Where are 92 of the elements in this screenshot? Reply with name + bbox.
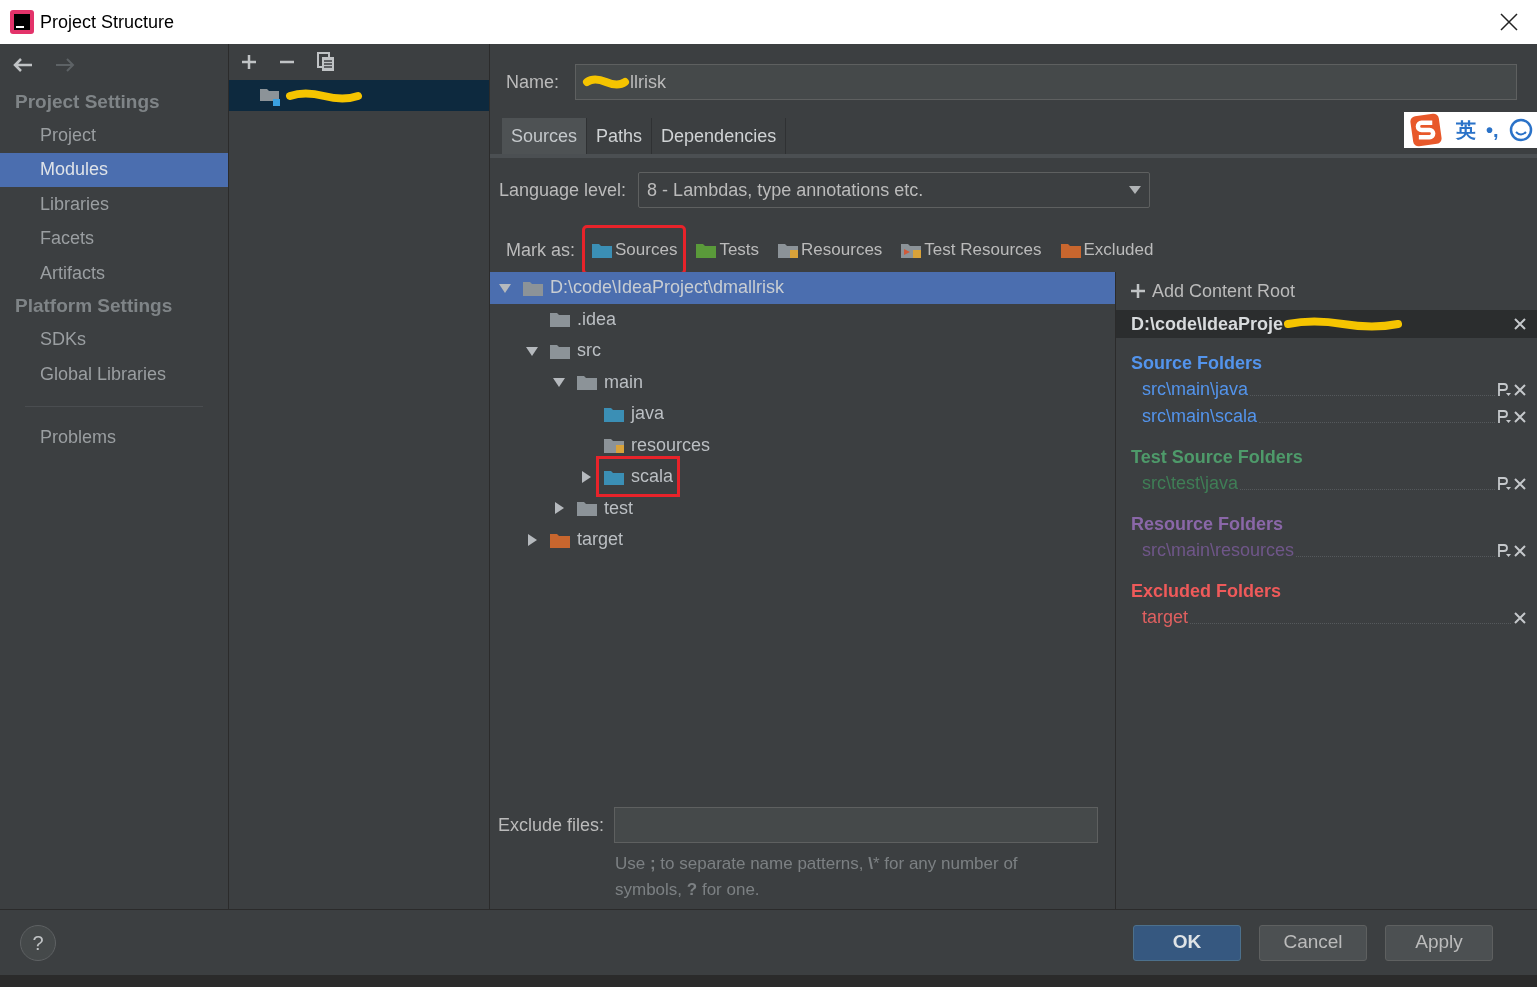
dropdown-caret-icon bbox=[1129, 186, 1142, 194]
properties-icon[interactable] bbox=[1497, 381, 1511, 398]
sidebar-item[interactable]: SDKs bbox=[0, 322, 228, 357]
language-level-label: Language level: bbox=[499, 178, 627, 202]
tree-row[interactable]: scala bbox=[490, 461, 1115, 493]
folder-icon bbox=[591, 241, 613, 259]
sidebar-heading: Platform Settings bbox=[14, 294, 174, 319]
sidebar-item[interactable]: Project bbox=[0, 118, 228, 153]
remove-icon[interactable] bbox=[1513, 317, 1527, 331]
mark-as-button[interactable]: Resources bbox=[771, 228, 889, 272]
help-button[interactable]: ? bbox=[20, 924, 56, 961]
remove-icon[interactable] bbox=[1513, 476, 1527, 491]
remove-icon[interactable] bbox=[1513, 610, 1527, 625]
add-content-root-button[interactable]: Add Content Root bbox=[1126, 276, 1300, 306]
sidebar-item[interactable]: Problems bbox=[0, 420, 228, 455]
exclude-files-hint: Use ; to separate name patterns, \* for any number of symbols, ? for one. bbox=[614, 853, 1019, 901]
tree-label: D:\code\IdeaProject\dmallrisk bbox=[550, 276, 785, 300]
remove-icon[interactable] bbox=[1513, 543, 1527, 558]
module-row[interactable] bbox=[229, 80, 489, 111]
sidebar-item[interactable]: Modules bbox=[0, 152, 228, 187]
ime-punctuation[interactable]: •, bbox=[1486, 115, 1499, 145]
tree-row[interactable]: src bbox=[490, 335, 1115, 367]
mark-as-button[interactable]: Test Resources bbox=[894, 228, 1048, 272]
dialog-button[interactable]: OK bbox=[1133, 924, 1241, 961]
tree-row[interactable]: test bbox=[490, 492, 1115, 524]
tree-label: main bbox=[604, 370, 643, 394]
expand-arrow-icon[interactable] bbox=[579, 469, 593, 484]
sidebar-item[interactable]: Libraries bbox=[0, 187, 228, 222]
tree-label: resources bbox=[631, 433, 711, 457]
language-level-dropdown[interactable]: 8 - Lambdas, type annotations etc. bbox=[638, 172, 1151, 208]
tree-row[interactable]: .idea bbox=[490, 303, 1115, 335]
tree-row[interactable]: java bbox=[490, 398, 1115, 430]
dialog-button[interactable]: Apply bbox=[1385, 924, 1493, 961]
app-logo-icon bbox=[10, 10, 34, 34]
folder-path: target bbox=[1142, 606, 1189, 629]
mark-as-button[interactable]: Tests bbox=[689, 228, 766, 272]
folder-section-heading: Source Folders bbox=[1130, 352, 1264, 375]
sidebar-item[interactable]: Global Libraries bbox=[0, 357, 228, 392]
sidebar-item[interactable]: Artifacts bbox=[0, 256, 228, 291]
sidebar-item[interactable]: Facets bbox=[0, 221, 228, 256]
folder-icon bbox=[603, 436, 625, 455]
back-arrow-icon[interactable] bbox=[12, 57, 34, 73]
folder-path: src\test\java bbox=[1142, 472, 1239, 495]
remove-icon[interactable] bbox=[1513, 409, 1527, 424]
mark-as-label: Mark as: bbox=[506, 238, 575, 262]
window-title: Project Structure bbox=[40, 10, 175, 34]
sidebar-heading: Project Settings bbox=[14, 89, 161, 114]
folder-section-heading: Resource Folders bbox=[1130, 513, 1285, 536]
tree-label: java bbox=[631, 402, 665, 426]
remove-icon[interactable] bbox=[1513, 382, 1527, 397]
close-icon[interactable] bbox=[1499, 12, 1519, 32]
folder-path: src\main\scala bbox=[1142, 405, 1258, 428]
mark-as-button[interactable]: Sources bbox=[585, 228, 684, 272]
folder-icon bbox=[549, 310, 571, 329]
add-icon bbox=[1130, 283, 1146, 299]
smiley-icon[interactable] bbox=[1508, 118, 1533, 142]
copy-icon[interactable] bbox=[317, 52, 335, 72]
folder-icon bbox=[777, 241, 800, 259]
tree-row[interactable]: D:\code\IdeaProject\dmallrisk bbox=[490, 272, 1115, 304]
properties-icon[interactable] bbox=[1497, 475, 1511, 492]
tab[interactable]: Sources bbox=[502, 118, 588, 154]
tree-row[interactable]: main bbox=[490, 366, 1115, 398]
tree-label: target bbox=[577, 528, 624, 552]
folder-path: src\main\java bbox=[1142, 378, 1249, 401]
expand-arrow-icon[interactable] bbox=[525, 532, 539, 547]
exclude-files-label: Exclude files: bbox=[498, 813, 605, 837]
folder-icon bbox=[576, 373, 598, 392]
add-icon[interactable] bbox=[241, 54, 257, 70]
folder-icon bbox=[1059, 241, 1082, 259]
folder-section-heading: Excluded Folders bbox=[1130, 580, 1283, 603]
folder-icon bbox=[900, 241, 923, 259]
expand-arrow-icon[interactable] bbox=[552, 501, 566, 516]
tree-row[interactable]: target bbox=[490, 524, 1115, 556]
content-root-path: D:\code\IdeaProje bbox=[1131, 312, 1284, 336]
properties-icon[interactable] bbox=[1497, 542, 1511, 559]
redaction-scribble bbox=[582, 74, 630, 90]
tree-label: src bbox=[577, 339, 601, 363]
tree-label: .idea bbox=[577, 307, 617, 331]
folder-section-heading: Test Source Folders bbox=[1130, 446, 1304, 469]
ime-language[interactable]: 英 bbox=[1456, 115, 1476, 145]
folder-path: src\main\resources bbox=[1142, 539, 1295, 562]
exclude-files-field[interactable] bbox=[614, 807, 1099, 843]
name-field[interactable]: llrisk bbox=[575, 64, 1517, 100]
mark-as-button[interactable]: Excluded bbox=[1053, 228, 1160, 272]
tree-label: scala bbox=[631, 465, 674, 489]
folder-icon bbox=[695, 241, 718, 259]
name-label: Name: bbox=[506, 70, 559, 94]
dialog-button[interactable]: Cancel bbox=[1259, 924, 1367, 961]
folder-icon bbox=[576, 499, 598, 518]
tree-label: test bbox=[604, 496, 633, 520]
tree-row[interactable]: resources bbox=[490, 429, 1115, 461]
properties-icon[interactable] bbox=[1497, 408, 1511, 425]
